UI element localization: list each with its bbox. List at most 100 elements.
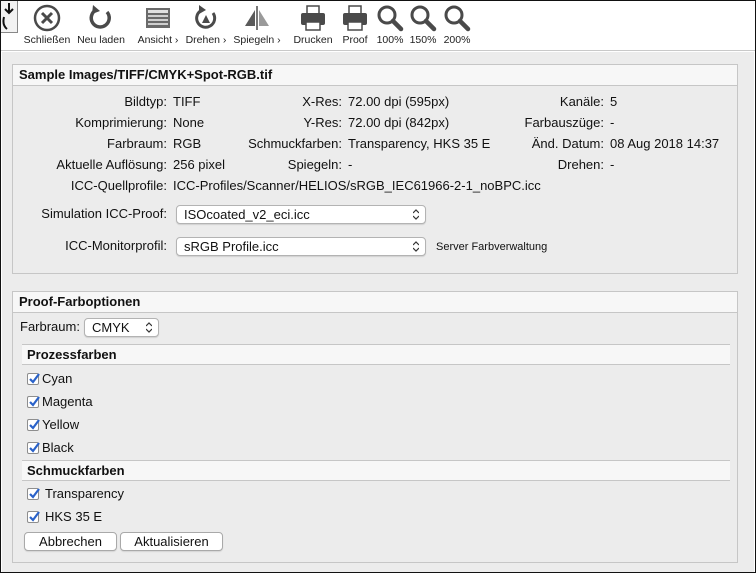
zoom-150-label: 150% [409, 34, 437, 46]
simulation-select[interactable]: ISOcoated_v2_eci.icc [176, 205, 426, 224]
view-button[interactable]: Ansicht › [135, 4, 181, 49]
server-note: Server Farbverwaltung [436, 241, 548, 253]
checkmark-icon [29, 373, 40, 384]
select-arrows-icon [413, 209, 419, 220]
zoom-200-label: 200% [443, 34, 471, 46]
cancel-button[interactable]: Abbrechen [24, 532, 117, 551]
schmuckfarben-header: Schmuckfarben [22, 460, 730, 481]
close-circle-icon [33, 4, 61, 32]
quellprofil-value: ICC-Profiles/Scanner/HELIOS/sRGB_IEC6196… [173, 178, 541, 193]
proof-button[interactable]: Proof [339, 4, 371, 49]
print-label: Drucken [293, 34, 333, 46]
checkbox-transparency[interactable] [27, 488, 40, 500]
checkbox-row-cyan[interactable]: Cyan [27, 370, 72, 388]
komprimierung-label: Komprimierung: [75, 115, 167, 130]
rotate-icon [195, 5, 217, 29]
toolbar: Schließen Neu laden Ansicht › Drehen › S… [1, 1, 755, 51]
view-label: Ansicht › [137, 34, 179, 46]
drehen-value: - [610, 157, 615, 172]
quellprofil-label: ICC-Quellprofile: [70, 178, 167, 193]
proof-farbraum-value: CMYK [92, 320, 130, 335]
checkbox-black[interactable] [27, 442, 40, 454]
spiegeln-label: Spiegeln: [287, 157, 342, 172]
checkbox-label: Black [42, 440, 74, 455]
bildtyp-value: TIFF [173, 94, 201, 109]
checkbox-magenta[interactable] [27, 396, 40, 408]
zoom-icon [410, 5, 437, 32]
proof-printer-icon [343, 5, 367, 31]
checkmark-icon [29, 419, 40, 430]
yres-label: Y-Res: [303, 115, 342, 130]
checkbox-label: Magenta [42, 394, 93, 409]
farbraum-label: Farbraum: [107, 136, 167, 151]
printer-icon [301, 5, 325, 31]
farbauszuege-label: Farbauszüge: [524, 115, 605, 130]
spiegeln-value: - [348, 157, 353, 172]
reload-label: Neu laden [77, 34, 125, 46]
proof-farbraum-label: Farbraum: [20, 319, 80, 334]
close-label: Schließen [23, 34, 71, 46]
kanaele-label: Kanäle: [559, 94, 604, 109]
farbauszuege-value: - [610, 115, 615, 130]
proof-farbraum-select[interactable]: CMYK [84, 318, 159, 337]
schmuckfarben-label: Schmuckfarben: [248, 136, 342, 151]
select-arrows-icon [146, 322, 152, 333]
rotate-button[interactable]: Drehen › [184, 4, 228, 49]
checkbox-label: Transparency [45, 486, 124, 501]
checkbox-label: HKS 35 E [45, 509, 103, 524]
xres-value: 72.00 dpi (595px) [348, 94, 450, 109]
app-window: Schließen Neu laden Ansicht › Drehen › S… [0, 0, 756, 573]
xres-label: X-Res: [302, 94, 342, 109]
aufloesung-label: Aktuelle Auflösung: [56, 157, 167, 172]
mirror-button[interactable]: Spiegeln › [231, 4, 283, 49]
bildtyp-label: Bildtyp: [124, 94, 167, 109]
view-icon [146, 8, 170, 28]
komprimierung-value: None [173, 115, 205, 130]
file-title: Sample Images/TIFF/CMYK+Spot-RGB.tif [12, 64, 738, 86]
checkbox-label: Yellow [42, 417, 80, 432]
simulation-select-value: ISOcoated_v2_eci.icc [184, 207, 310, 222]
zoom-100-button[interactable]: 100% [374, 4, 406, 49]
select-arrows-icon [413, 241, 419, 252]
reload-icon [89, 5, 111, 29]
farbraum-value: RGB [173, 136, 202, 151]
simulation-label: Simulation ICC-Proof: [41, 206, 167, 221]
checkbox-label: Cyan [42, 371, 73, 386]
close-button[interactable]: Schließen [23, 4, 71, 49]
prozessfarben-header: Prozessfarben [22, 344, 730, 365]
checkbox-row-magenta[interactable]: Magenta [27, 393, 93, 411]
aufloesung-value: 256 pixel [173, 157, 226, 172]
checkmark-icon [29, 488, 40, 499]
checkmark-icon [29, 442, 40, 453]
mirror-label: Spiegeln › [233, 34, 281, 46]
checkbox-cyan[interactable] [27, 373, 40, 385]
checkbox-row-hks35e[interactable]: HKS 35 E [27, 508, 102, 526]
print-button[interactable]: Drucken [291, 4, 335, 49]
monitor-label: ICC-Monitorprofil: [65, 238, 167, 253]
checkbox-row-yellow[interactable]: Yellow [27, 416, 79, 434]
zoom-icon [444, 5, 471, 32]
content-area: Sample Images/TIFF/CMYK+Spot-RGB.tif Bil… [2, 52, 754, 572]
schmuckfarben-value: Transparency, HKS 35 E [348, 136, 491, 151]
monitor-select-value: sRGB Profile.icc [184, 239, 279, 254]
download-arrow-icon[interactable] [1, 1, 18, 33]
update-button[interactable]: Aktualisieren [120, 532, 223, 551]
proof-title: Proof-Farboptionen [12, 291, 738, 313]
reload-button[interactable]: Neu laden [75, 4, 127, 49]
zoom-100-label: 100% [376, 34, 404, 46]
mirror-icon [245, 6, 269, 30]
zoom-200-button[interactable]: 200% [441, 4, 473, 49]
yres-value: 72.00 dpi (842px) [348, 115, 450, 130]
zoom-icon [377, 5, 404, 32]
zoom-150-button[interactable]: 150% [407, 4, 439, 49]
checkmark-icon [29, 396, 40, 407]
checkbox-hks35e[interactable] [27, 511, 40, 523]
kanaele-value: 5 [610, 94, 618, 109]
checkmark-icon [29, 511, 40, 522]
datum-label: Änd. Datum: [531, 136, 604, 151]
rotate-label: Drehen › [185, 34, 227, 46]
checkbox-row-transparency[interactable]: Transparency [27, 485, 124, 503]
checkbox-row-black[interactable]: Black [27, 439, 74, 457]
checkbox-yellow[interactable] [27, 419, 40, 431]
monitor-select[interactable]: sRGB Profile.icc [176, 237, 426, 256]
